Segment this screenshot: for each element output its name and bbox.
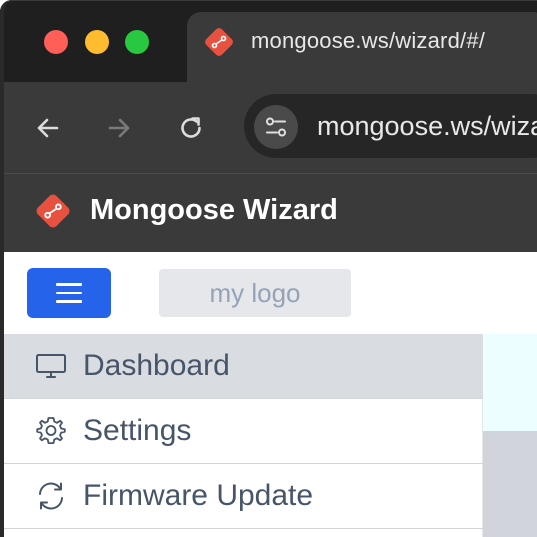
sidebar-item-label: Settings — [83, 414, 192, 447]
tab-title: mongoose.ws/wizard/#/ — [251, 28, 486, 53]
browser-toolbar: mongoose.ws/wizard/#/ — [0, 82, 537, 174]
app-header: Mongoose Wizard — [0, 174, 537, 252]
main-banner — [483, 334, 537, 431]
reload-icon — [181, 117, 201, 138]
refresh-icon — [34, 481, 68, 511]
back-button[interactable] — [30, 110, 66, 146]
sidebar-item-label: Firmware Update — [83, 479, 314, 512]
sidebar-item-firmware-update[interactable]: Firmware Update — [4, 464, 483, 529]
forward-button[interactable] — [101, 110, 137, 146]
arrow-left-icon — [37, 118, 59, 138]
browser-window: mongoose.ws/wizard/#/ mongoose.ws/wiz Mo… — [0, 0, 537, 537]
hamburger-line — [56, 300, 82, 303]
tab-strip: mongoose.ws/wizard/#/ — [0, 0, 537, 82]
browser-tab[interactable]: mongoose.ws/wizard/#/ — [187, 12, 537, 82]
menu-toggle-button[interactable] — [27, 268, 111, 318]
minimize-window-button[interactable] — [85, 30, 109, 54]
arrow-right-icon — [108, 118, 130, 138]
hamburger-line — [56, 283, 82, 286]
sidebar-item-label: Dashboard — [83, 349, 230, 382]
mongoose-logo-icon — [36, 194, 70, 228]
logo-text: my logo — [209, 277, 301, 308]
main-content — [483, 334, 537, 537]
reload-button[interactable] — [173, 110, 209, 146]
mongoose-favicon-icon — [205, 28, 233, 56]
logo-placeholder: my logo — [159, 269, 351, 317]
monitor-icon — [34, 351, 68, 381]
site-settings-icon — [266, 117, 286, 137]
url-text[interactable]: mongoose.ws/wizard/#/ — [317, 111, 537, 142]
sidebar-item-settings[interactable]: Settings — [4, 399, 483, 464]
app-title: Mongoose Wizard — [90, 194, 338, 226]
gear-icon — [34, 416, 68, 446]
address-bar[interactable]: mongoose.ws/wizard/#/ — [244, 94, 537, 158]
maximize-window-button[interactable] — [125, 30, 149, 54]
close-window-button[interactable] — [44, 30, 68, 54]
sidebar: Dashboard Settings Firmware Update — [4, 334, 483, 537]
site-info-button[interactable] — [254, 105, 298, 149]
hamburger-line — [56, 291, 82, 295]
sidebar-item-dashboard[interactable]: Dashboard — [4, 334, 483, 399]
page-content: my logo Dashboard Settings Firmware Upda… — [4, 252, 537, 537]
